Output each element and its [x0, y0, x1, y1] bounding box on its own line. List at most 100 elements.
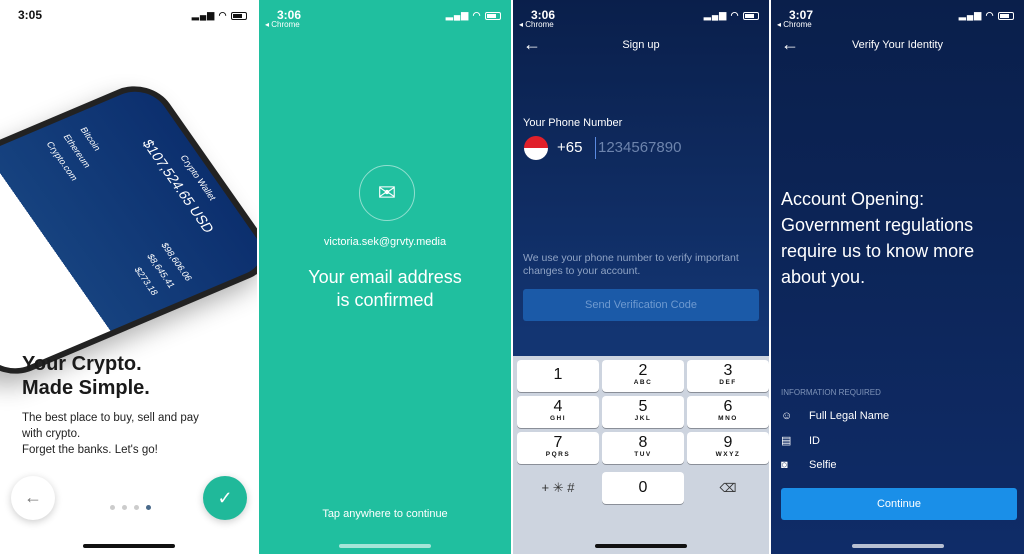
status-bar: 3:07 ◂ Chrome ▂▄▆ ◠ — [771, 8, 1024, 29]
check-icon: ✓ — [217, 488, 233, 508]
home-indicator — [595, 544, 687, 548]
page-dot — [122, 505, 127, 510]
symbols-key[interactable]: + ✳ # — [517, 472, 599, 504]
headline-line: is confirmed — [336, 290, 434, 310]
key-2[interactable]: 2 ABC — [602, 360, 684, 392]
info-required-label: INFORMATION REQUIRED — [781, 388, 881, 397]
confirmation-headline: Your email address is confirmed — [259, 266, 511, 312]
key-letters: ABC — [633, 379, 653, 386]
description-line: with crypto. — [22, 428, 81, 440]
status-icons: ▂▄▆ ◠ — [446, 10, 501, 21]
status-bar: 3:05 ▂▄▆ ◠ — [0, 8, 257, 28]
requirement-item: ☺ Full Legal Name — [781, 404, 889, 429]
key-7[interactable]: 7 PQRS — [517, 432, 599, 464]
requirement-item: ▤ ID — [781, 429, 889, 454]
key-letters: PQRS — [545, 451, 571, 458]
key-8[interactable]: 8 TUV — [602, 432, 684, 464]
back-to-chrome-link[interactable]: ◂ Chrome — [265, 20, 300, 29]
key-3[interactable]: 3 DEF — [687, 360, 769, 392]
info-line: changes to your account. — [523, 265, 641, 277]
key-digit: 2 — [638, 362, 648, 379]
home-indicator — [851, 544, 944, 548]
email-address: victoria.sek@grvty.media — [323, 236, 447, 248]
key-digit: 5 — [638, 398, 648, 415]
key-digit: 3 — [723, 362, 733, 379]
key-letters: JKL — [634, 415, 652, 422]
time: 3:05 — [18, 8, 43, 22]
heading-line: Government regulations — [781, 215, 974, 235]
back-to-chrome-link[interactable]: ◂ Chrome — [519, 20, 554, 29]
key-6[interactable]: 6 MNO — [687, 396, 769, 428]
key-digit: 4 — [553, 398, 563, 415]
confirm-button[interactable]: ✓ — [203, 476, 247, 520]
page-dot — [134, 505, 139, 510]
back-button[interactable]: ← — [11, 476, 55, 520]
verify-identity-screen: 3:07 ◂ Chrome ▂▄▆ ◠ ← Verify Your Identity… — [771, 0, 1024, 554]
page-dot-active — [146, 505, 151, 510]
key-5[interactable]: 5 JKL — [602, 396, 684, 428]
heading: Account Opening: Government regulations … — [781, 186, 974, 290]
description-line: The best place to buy, sell and pay — [22, 412, 199, 424]
key-digit: 1 — [553, 366, 563, 383]
phone-input[interactable]: 1234567890 — [595, 137, 681, 159]
page-title: Verify Your Identity — [851, 39, 944, 51]
numeric-keypad: 1 2 ABC 3 DEF 4 GHI 5 JKL 6 MNO 7 PQRS 8 TUV 9 WXYZ + ✳ … — [513, 356, 769, 554]
title-line: Your Crypto. — [22, 353, 142, 375]
requirement-list: ☺ Full Legal Name ▤ ID ◙ Selfie — [781, 404, 889, 478]
page-dot — [110, 505, 115, 510]
heading-line: about you. — [781, 267, 866, 287]
onboarding-screen: 3:05 ▂▄▆ ◠ Crypto Wallet $107,524.65 USD … — [0, 0, 257, 554]
home-indicator — [339, 544, 431, 548]
key-letters: MNO — [718, 415, 738, 422]
status-icons: ▂▄▆ ◠ — [192, 10, 247, 21]
singapore-flag-icon[interactable] — [524, 136, 548, 160]
key-digit: 6 — [723, 398, 733, 415]
key-letters: WXYZ — [715, 451, 741, 458]
country-code[interactable]: +65 — [557, 139, 582, 156]
key-4[interactable]: 4 GHI — [517, 396, 599, 428]
status-icons: ▂▄▆ ◠ — [959, 10, 1014, 21]
key-digit: 9 — [723, 434, 733, 451]
info-line: We use your phone number to verify impor… — [523, 252, 739, 264]
send-verification-code-button[interactable]: Send Verification Code — [523, 289, 759, 321]
headline-line: Your email address — [308, 267, 462, 287]
phone-mockup-image: Crypto Wallet $107,524.65 USD Bitcoin Et… — [0, 75, 257, 385]
heading-line: require us to know more — [781, 241, 975, 261]
key-letters: TUV — [634, 451, 652, 458]
key-0[interactable]: 0 — [602, 472, 684, 504]
home-indicator — [82, 544, 175, 548]
key-digit: 7 — [553, 434, 563, 451]
key-9[interactable]: 9 WXYZ — [687, 432, 769, 464]
head-icon: ☺ — [781, 410, 793, 422]
requirement-label: Selfie — [809, 459, 837, 471]
delete-key[interactable]: ⌫ — [687, 472, 769, 504]
page-title: Your Crypto. Made Simple. — [22, 352, 150, 400]
mockup-header: Crypto Wallet — [178, 153, 219, 202]
page-title: Sign up — [622, 39, 660, 51]
status-icons: ▂▄▆ ◠ — [704, 10, 759, 21]
status-bar: 3:06 ◂ Chrome ▂▄▆ ◠ — [513, 8, 769, 29]
phone-label: Your Phone Number — [523, 117, 623, 129]
back-to-chrome-link[interactable]: ◂ Chrome — [777, 20, 812, 29]
email-confirmed-screen[interactable]: 3:06 ◂ Chrome ▂▄▆ ◠ ✉ victoria.sek@grvty.m… — [259, 0, 511, 554]
mail-icon: ✉ — [359, 165, 415, 221]
info-text: We use your phone number to verify impor… — [523, 252, 739, 278]
page-indicator — [110, 505, 151, 510]
id-card-icon: ▤ — [781, 434, 792, 447]
requirement-label: ID — [809, 434, 820, 447]
title-line: Made Simple. — [22, 377, 150, 399]
status-bar: 3:06 ◂ Chrome ▂▄▆ ◠ — [259, 8, 511, 29]
camera-icon: ◙ — [781, 459, 788, 471]
key-1[interactable]: 1 — [517, 360, 599, 392]
continue-button[interactable]: Continue — [781, 488, 1017, 520]
key-letters: DEF — [719, 379, 737, 386]
description: The best place to buy, sell and pay with… — [22, 410, 199, 458]
heading-line: Account Opening: — [781, 189, 925, 209]
arrow-left-icon: ← — [24, 487, 42, 507]
requirement-label: Full Legal Name — [809, 410, 890, 422]
requirement-item: ◙ Selfie — [781, 453, 889, 478]
key-digit: 8 — [638, 434, 648, 451]
key-letters: GHI — [549, 415, 567, 422]
tap-to-continue[interactable]: Tap anywhere to continue — [259, 508, 511, 520]
signup-screen: 3:06 ◂ Chrome ▂▄▆ ◠ ← Sign up Your Phone N… — [513, 0, 769, 554]
